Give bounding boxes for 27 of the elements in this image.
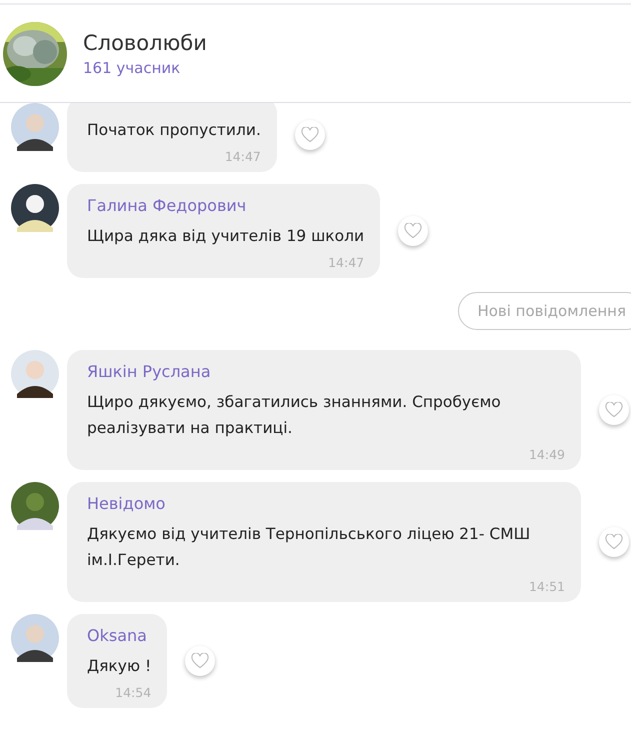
sender-name: Невідомо: [87, 494, 166, 513]
message-text: Початок пропустили.: [87, 120, 261, 141]
new-messages-button[interactable]: Нові повідомлення: [458, 292, 631, 330]
like-button[interactable]: [599, 395, 629, 425]
message-text: Дякуємо від учителів Тернопільського ліцею 21- СМШ ім.І.Герети.: [87, 524, 532, 571]
heart-icon: [404, 223, 422, 239]
heart-icon: [191, 653, 210, 669]
message-time: 14:54: [115, 685, 152, 700]
message-text: Щира дяка від учителів 19 школи: [87, 226, 364, 247]
like-button[interactable]: [398, 216, 428, 246]
group-name: Словолюби: [83, 30, 207, 54]
like-button[interactable]: [185, 646, 216, 676]
message-time: 14:51: [528, 579, 565, 594]
message-time: 14:47: [224, 149, 261, 164]
heart-icon: [605, 402, 623, 418]
message-time: 14:47: [328, 255, 364, 270]
message-time: 14:49: [528, 447, 565, 462]
heart-icon: [300, 126, 319, 142]
like-button[interactable]: [294, 120, 325, 150]
sender-name: Галина Федорович: [87, 196, 248, 215]
heart-icon: [605, 534, 623, 550]
sender-name: Oksana: [87, 626, 148, 645]
like-button[interactable]: [599, 527, 629, 557]
member-count: 161 учасник: [83, 58, 182, 76]
message-text: Щиро дякуємо, збагатились знаннями. Спробуємо реалізувати на практиці.: [87, 392, 502, 439]
sender-name: Яшкін Руслана: [87, 362, 212, 381]
message-text: Дякую !: [87, 656, 152, 677]
